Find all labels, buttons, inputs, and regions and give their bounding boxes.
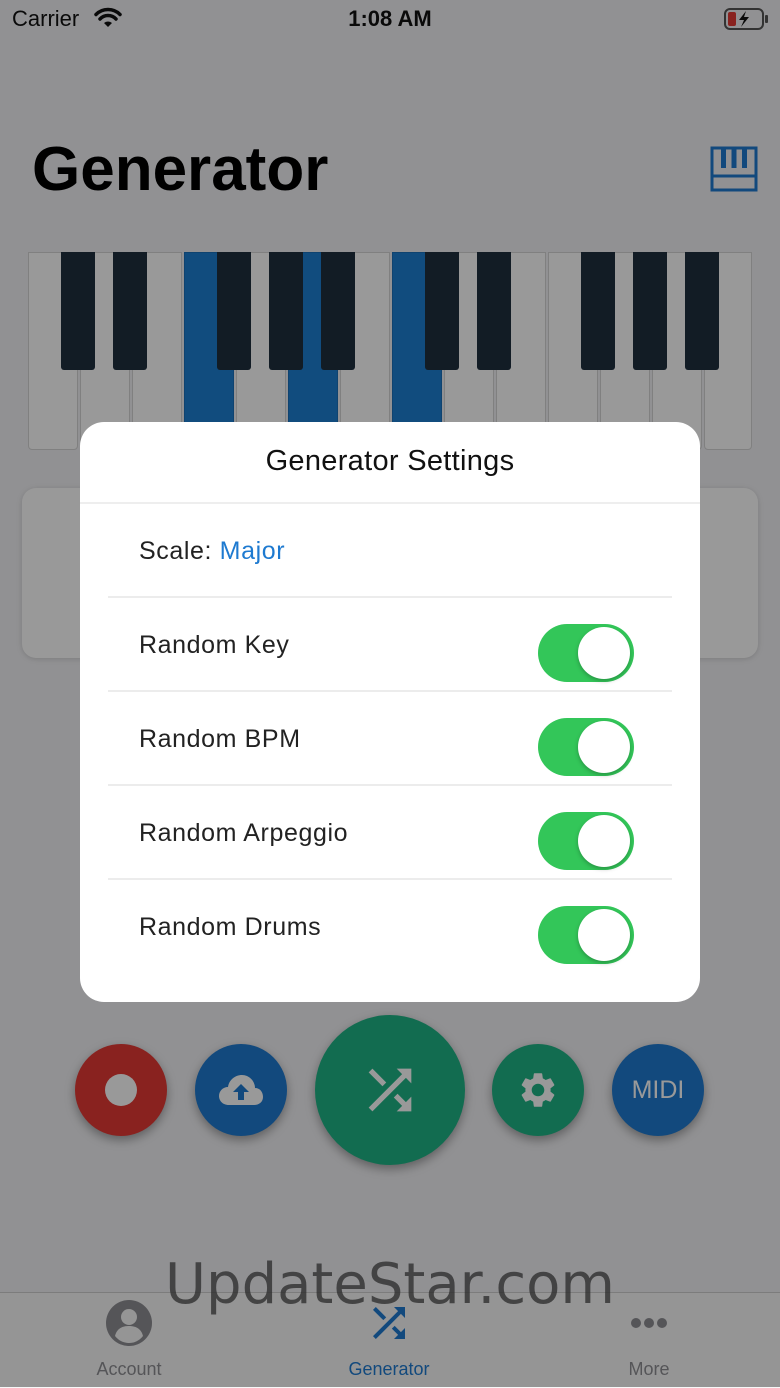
app-screen: Carrier 1:08 AM Generator MIDI Account G… bbox=[0, 0, 780, 1388]
generator-settings-dialog: Generator Settings Scale: Major Random K… bbox=[80, 422, 700, 1002]
scale-row[interactable]: Scale: Major bbox=[108, 504, 672, 598]
toggle-knob bbox=[578, 721, 630, 773]
scale-label-text: Scale: bbox=[139, 537, 213, 565]
random-arpeggio-label: Random Arpeggio bbox=[139, 819, 349, 847]
random-bpm-toggle[interactable] bbox=[538, 718, 634, 776]
random-key-toggle[interactable] bbox=[538, 624, 634, 682]
random-arpeggio-row: Random Arpeggio bbox=[108, 786, 672, 880]
random-drums-row: Random Drums bbox=[108, 880, 672, 974]
scale-value[interactable]: Major bbox=[220, 537, 286, 565]
scale-label: Scale: Major bbox=[139, 537, 285, 566]
random-drums-toggle[interactable] bbox=[538, 906, 634, 964]
toggle-knob bbox=[578, 909, 630, 961]
random-arpeggio-toggle[interactable] bbox=[538, 812, 634, 870]
toggle-knob bbox=[578, 627, 630, 679]
toggle-knob bbox=[578, 815, 630, 867]
dialog-title: Generator Settings bbox=[265, 445, 515, 477]
random-key-row: Random Key bbox=[108, 598, 672, 692]
random-key-label: Random Key bbox=[139, 631, 290, 659]
random-bpm-row: Random BPM bbox=[108, 692, 672, 786]
random-drums-label: Random Drums bbox=[139, 913, 322, 941]
random-bpm-label: Random BPM bbox=[139, 725, 301, 753]
